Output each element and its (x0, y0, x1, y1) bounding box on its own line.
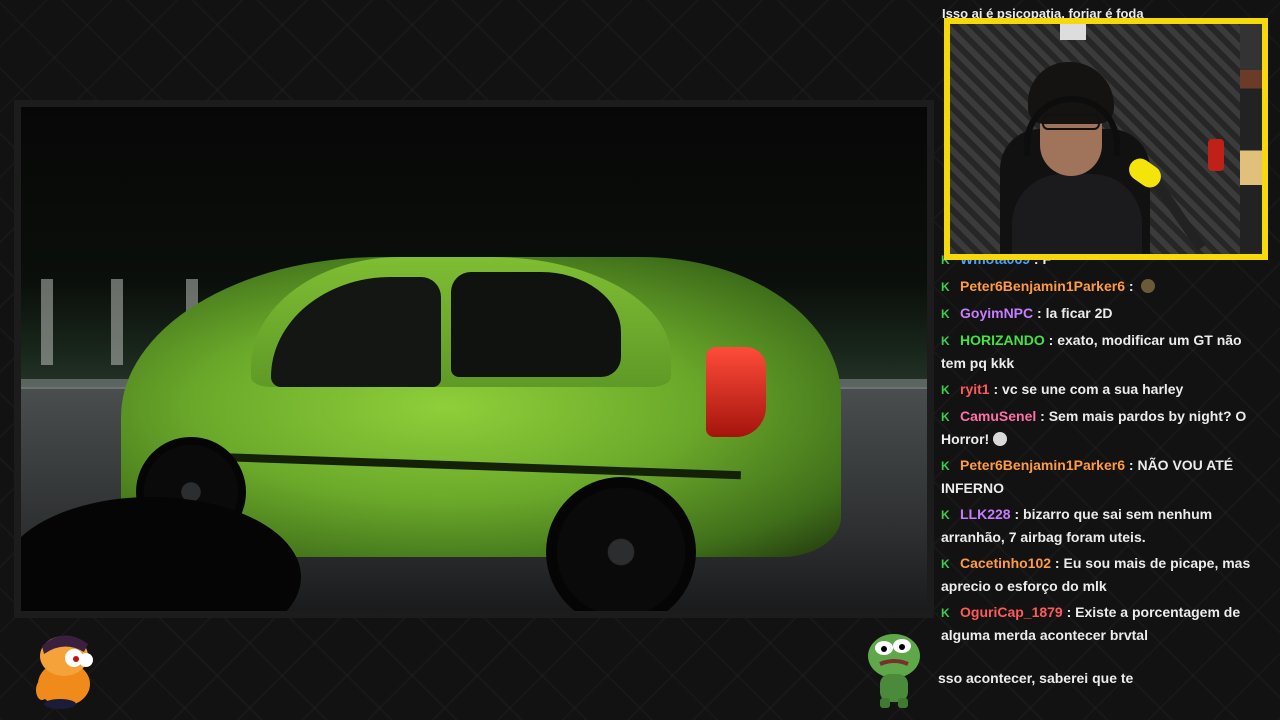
chat-username[interactable]: CamuSenel (960, 408, 1036, 424)
car-rear-window (451, 272, 621, 377)
chat-username[interactable]: ryit1 (960, 381, 990, 397)
ceiling-light (1060, 24, 1086, 40)
chat-separator: : (1062, 604, 1076, 620)
chat-separator: : (1051, 555, 1064, 571)
chat-message: K LLK228 : bizarro que sai sem nenhum arr… (941, 503, 1269, 548)
chat-username[interactable]: Cacetinho102 (960, 555, 1051, 571)
kick-badge-icon: K (941, 280, 950, 294)
kick-badge-icon: K (941, 334, 950, 348)
chat-username[interactable]: HORIZANDO (960, 332, 1045, 348)
main-video-frame (14, 100, 934, 618)
red-light (1208, 139, 1224, 171)
chat-separator: : (1125, 278, 1138, 294)
caption-line: sso acontecer, saberei que te (938, 670, 1134, 686)
chat-message: K Peter6Benjamin1Parker6 : (941, 275, 1269, 298)
orange-mascot-icon (36, 635, 93, 709)
chat-text: vc se une com a sua harley (1002, 381, 1184, 397)
chat-username[interactable]: GoyimNPC (960, 305, 1033, 321)
chat-username[interactable]: LLK228 (960, 506, 1011, 522)
car-taillight (706, 347, 766, 437)
chat-separator: : (1036, 408, 1049, 424)
chat-separator: : (989, 381, 1003, 397)
streamer-body (1012, 174, 1142, 254)
chat-message: Kryit1 : vc se une com a sua harley (941, 378, 1269, 401)
chat-message-list: KWmota069 : FKPeter6Benjamin1Parker6 : K… (941, 248, 1269, 650)
bookshelf (1240, 24, 1262, 254)
kick-badge-icon: K (941, 557, 950, 571)
chat-text: la ficar 2D (1045, 305, 1113, 321)
chat-separator: : (1010, 506, 1024, 522)
chat-separator: : (1125, 457, 1138, 473)
kick-badge-icon: K (941, 383, 950, 397)
chat-separator: : (1044, 332, 1058, 348)
chat-message: K Cacetinho102 : Eu sou mais de picape, m… (941, 552, 1269, 597)
fence-post (41, 279, 53, 365)
main-video[interactable] (21, 107, 927, 611)
chat-username[interactable]: Peter6Benjamin1Parker6 (960, 278, 1125, 294)
pepe-mascot-icon (868, 634, 920, 708)
webcam-overlay (944, 18, 1268, 260)
chat-message: K GoyimNPC : la ficar 2D (941, 302, 1269, 325)
chat-message: K OguriCap_1879 : Existe a porcentagem de… (941, 601, 1269, 646)
kick-badge-icon: K (941, 508, 950, 522)
chat-message: K CamuSenel : Sem mais pardos by night? O… (941, 405, 1269, 450)
fence-post (111, 279, 123, 365)
chat-message: K HORIZANDO : exato, modificar um GT não … (941, 329, 1269, 374)
chat-separator: : (1033, 305, 1046, 321)
ghost-emote-icon (993, 432, 1008, 446)
glasses (1042, 114, 1100, 130)
kick-badge-icon: K (941, 606, 950, 620)
kick-badge-icon: K (941, 459, 950, 473)
chat-message: K Peter6Benjamin1Parker6 : NÃO VOU ATÉ IN… (941, 454, 1269, 499)
kick-badge-icon: K (941, 307, 950, 321)
chat-username[interactable]: OguriCap_1879 (960, 604, 1063, 620)
chat-username[interactable]: Peter6Benjamin1Parker6 (960, 457, 1125, 473)
kick-badge-icon: K (941, 410, 950, 424)
pepe-emote-icon (1141, 279, 1156, 293)
